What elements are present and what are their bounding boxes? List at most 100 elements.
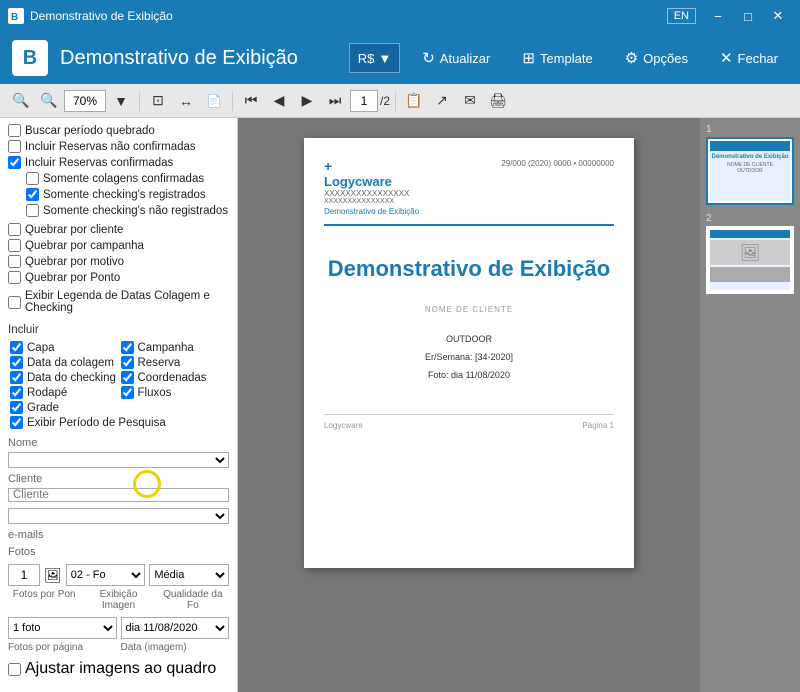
template-button[interactable]: ⊞ Template [512,43,602,73]
checkbox-somente-colagens[interactable]: Somente colagens confirmadas [8,172,229,185]
checkbox-quebrar-ponto[interactable]: Quebrar por Ponto [8,271,229,284]
preview-outdoor-block: OUTDOOR Er/Semana: [34-2020] Foto: dia 1… [324,330,614,384]
checkbox-data-colagem[interactable]: Data da colagem [10,356,117,369]
checkbox-fluxos[interactable]: Fluxos [121,386,228,399]
ajustar-row[interactable]: Ajustar imagens ao quadro [8,660,229,678]
page-icon-btn[interactable]: 📄 [201,88,227,114]
zoom-in-button[interactable]: 🔍 [36,88,62,114]
preview-main-title: Demonstrativo de Exibição [324,256,614,282]
nome-select[interactable] [8,452,229,468]
close-button[interactable]: ✕ Fechar [710,43,788,73]
options-button[interactable]: ⚙ Opções [615,43,698,73]
checkbox-somente-checkings-noreg[interactable]: Somente checking's não registrados [8,204,229,217]
checkbox-data-checking[interactable]: Data do checking [10,371,117,384]
separator-1 [139,91,140,111]
checkbox-quebrar-cliente-input[interactable] [8,223,21,236]
fit-width-button[interactable]: ↔ [173,88,199,114]
checkbox-exibir-legenda[interactable]: Exibir Legenda de Datas Colagem e Checki… [8,290,229,314]
preview-outdoor-label: OUTDOOR [324,330,614,348]
thumb-2-photo2 [710,267,790,282]
cliente-input[interactable] [8,488,229,502]
preview-header: +Logycware XXXXXXXXXXXXXXXX XXXXXXXXXXXX… [324,158,614,226]
per-page-select[interactable]: 1 foto [8,617,117,639]
preview-logo: +Logycware XXXXXXXXXXXXXXXX [324,158,419,198]
fit-page-button[interactable]: ⊡ [145,88,171,114]
checkbox-somente-checkings-reg-input[interactable] [26,188,39,201]
checkbox-incluir-reservas-nao-input[interactable] [8,140,21,153]
thumbnail-1[interactable]: 1 Demonstrativo de Exibição NOME DE CLIE… [706,124,794,205]
currency-label: R$ [358,51,375,66]
thumb-1-frame[interactable]: Demonstrativo de Exibição NOME DE CLIENT… [706,137,794,205]
checkbox-quebrar-campanha-input[interactable] [8,239,21,252]
preview-footer: Logycware Página 1 [324,414,614,430]
checkbox-somente-checkings-reg[interactable]: Somente checking's registrados [8,188,229,201]
checkbox-incluir-reservas-nao[interactable]: Incluir Reservas não confirmadas [8,140,229,153]
checkbox-quebrar-campanha[interactable]: Quebrar por campanha [8,239,229,252]
fotos-display-label: Exibição Imagen [82,589,154,611]
preview-foto-label: Foto: dia 11/08/2020 [324,366,614,384]
fotos-per-pon-label: Fotos por Pon [8,589,80,611]
checkbox-quebrar-motivo[interactable]: Quebrar por motivo [8,255,229,268]
checkbox-coordenadas[interactable]: Coordenadas [121,371,228,384]
fotos-model-select[interactable]: Modelo 02 - Fo [66,564,146,586]
bottom-labels: Fotos por página Data (imagem) [8,642,229,653]
last-page-button[interactable]: ⏭ [322,88,348,114]
checkbox-campanha[interactable]: Campanha [121,341,228,354]
thumbnail-2[interactable]: 2 🖼 [706,213,794,294]
app-title: Demonstrativo de Exibição [60,47,337,70]
checkbox-rodape[interactable]: Rodapé [10,386,117,399]
checkbox-buscar-periodo[interactable]: Buscar período quebrado [8,124,229,137]
sub-toolbar: 🔍 🔍 ▼ ⊡ ↔ 📄 ⏮ ◀ ▶ ⏭ /2 📋 ↗ ✉ 🖨 [0,84,800,118]
next-page-button[interactable]: ▶ [294,88,320,114]
fotos-row: 🖼 Modelo 02 - Fo Média [8,564,229,586]
checkbox-somente-checkings-noreg-input[interactable] [26,204,39,217]
checkbox-quebrar-ponto-input[interactable] [8,271,21,284]
update-button[interactable]: ↻ Atualizar [412,43,500,73]
zoom-input[interactable] [64,90,106,112]
thumb-2-frame[interactable]: 🖼 [706,226,794,294]
minimize-button[interactable]: − [704,4,732,28]
currency-dropdown-icon: ▼ [378,51,391,66]
zoom-dropdown-button[interactable]: ▼ [108,88,134,114]
preview-doc-type: Demonstrativo de Exibição [324,207,419,216]
emails-select[interactable] [8,508,229,524]
svg-text:B: B [11,12,18,23]
currency-button[interactable]: R$ ▼ [349,43,401,73]
first-page-button[interactable]: ⏮ [238,88,264,114]
print-button[interactable]: 🖨 [485,88,511,114]
ajustar-checkbox[interactable] [8,663,21,676]
copy-button[interactable]: 📋 [401,88,427,114]
right-panel: 1 Demonstrativo de Exibição NOME DE CLIE… [700,118,800,692]
center-panel: +Logycware XXXXXXXXXXXXXXXX XXXXXXXXXXXX… [238,118,700,692]
checkbox-exibir-periodo[interactable]: Exibir Período de Pesquisa [10,416,227,429]
language-badge: EN [667,8,696,24]
thumb-2-header-bar [710,230,790,238]
prev-page-button[interactable]: ◀ [266,88,292,114]
checkbox-somente-colagens-input[interactable] [26,172,39,185]
checkbox-incluir-reservas-conf[interactable]: Incluir Reservas confirmadas [8,156,229,169]
share-button[interactable]: ↗ [429,88,455,114]
cliente-label: Cliente [8,473,229,485]
checkbox-quebrar-ponto-label: Quebrar por Ponto [25,272,120,284]
fotos-quality-select[interactable]: Média [149,564,229,586]
zoom-out-button[interactable]: 🔍 [8,88,34,114]
gear-icon: ⚙ [625,49,638,67]
page-total: /2 [380,94,390,108]
checkbox-capa[interactable]: Capa [10,341,117,354]
checkbox-incluir-reservas-conf-input[interactable] [8,156,21,169]
close-window-button[interactable]: ✕ [764,4,792,28]
checkbox-buscar-periodo-input[interactable] [8,124,21,137]
current-page-input[interactable] [350,90,378,112]
checkbox-quebrar-motivo-input[interactable] [8,255,21,268]
checkbox-quebrar-cliente[interactable]: Quebrar por cliente [8,223,229,236]
checkbox-grade[interactable]: Grade [10,401,117,414]
checkbox-quebrar-cliente-label: Quebrar por cliente [25,224,123,236]
checkbox-buscar-periodo-label: Buscar período quebrado [25,125,155,137]
checkbox-reserva[interactable]: Reserva [121,356,228,369]
checkbox-quebrar-campanha-label: Quebrar por campanha [25,240,144,252]
maximize-button[interactable]: □ [734,4,762,28]
fotos-num-input[interactable] [8,564,40,586]
checkbox-exibir-legenda-input[interactable] [8,296,21,309]
email-button[interactable]: ✉ [457,88,483,114]
date-select[interactable]: dia 11/08/2020 [121,617,230,639]
